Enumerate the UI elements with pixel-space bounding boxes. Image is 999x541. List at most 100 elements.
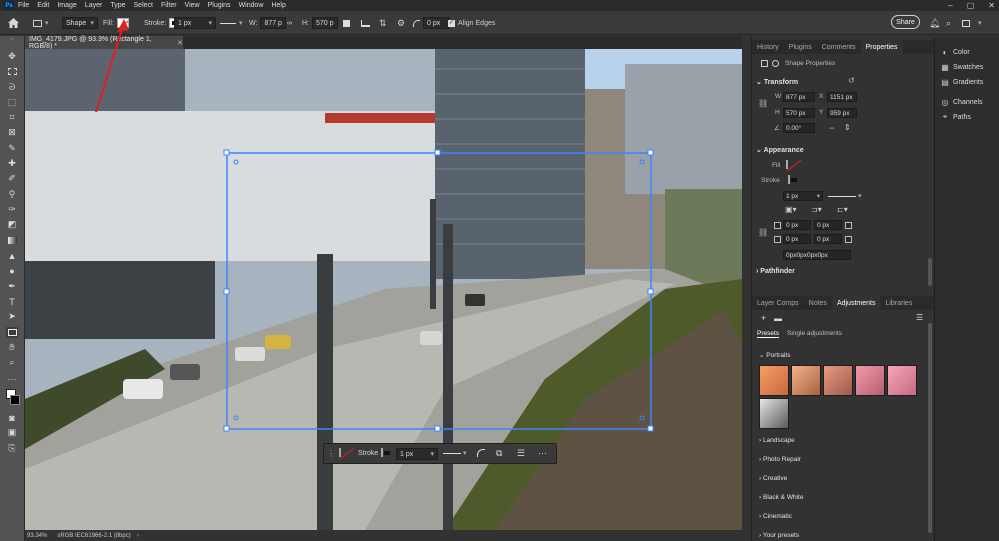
eyedropper-tool-icon[interactable]: ✎ <box>6 143 18 154</box>
menu-edit[interactable]: Edit <box>37 2 49 9</box>
maximize-icon[interactable]: ▢ <box>967 1 975 10</box>
dodge-tool-icon[interactable]: ● <box>6 265 18 276</box>
share-button[interactable]: Share <box>891 15 920 29</box>
reset-transform-icon[interactable]: ↺ <box>848 76 855 85</box>
stroke-corners-icon[interactable]: ⊏▾ <box>837 205 848 214</box>
workspace-icon[interactable] <box>962 17 970 29</box>
pen-tool-icon[interactable]: ✒ <box>6 281 18 292</box>
link-icon[interactable]: ∞ <box>287 17 292 29</box>
subtab-single-adjustments[interactable]: Single adjustments <box>787 330 842 337</box>
menu-help[interactable]: Help <box>271 2 285 9</box>
context-stroke-swatch[interactable] <box>381 448 383 457</box>
path-arrangement-icon[interactable]: ⇅ <box>379 17 387 29</box>
workspace-chevron-icon[interactable]: ▾ <box>978 17 982 29</box>
transform-x-field[interactable]: 1151 px <box>827 92 857 102</box>
zoom-tool-icon[interactable]: ⌕ <box>6 357 18 368</box>
flip-horizontal-icon[interactable]: ⇔ <box>828 123 836 132</box>
corner-top-left-field[interactable]: 0 px <box>783 220 811 230</box>
frame-tool-icon[interactable]: ⊠ <box>6 127 18 138</box>
hand-tool-icon[interactable]: ✋︎ <box>6 342 18 353</box>
menu-view[interactable]: View <box>185 2 200 9</box>
folder-icon[interactable]: ▬ <box>774 314 782 323</box>
appearance-stroke-swatch[interactable] <box>788 175 790 184</box>
toolbar-collapse-icon[interactable]: » <box>6 36 18 43</box>
healing-brush-tool-icon[interactable]: ✚ <box>6 158 18 169</box>
corner-bottom-right-field[interactable]: 0 px <box>814 234 842 244</box>
tab-plugins[interactable]: Plugins <box>784 40 817 54</box>
preset-thumbnail[interactable] <box>759 398 789 429</box>
context-fill-swatch[interactable] <box>339 448 341 457</box>
transform-width-field[interactable]: 877 px <box>783 92 815 102</box>
corner-combined-field[interactable]: 0px0px0px0px <box>783 250 851 260</box>
notifications-bell-icon[interactable]: 🔔︎ <box>929 17 940 29</box>
tool-preset-picker[interactable]: ▾ <box>33 17 49 29</box>
tab-properties[interactable]: Properties <box>860 40 903 54</box>
corner-top-right-field[interactable]: 0 px <box>814 220 842 230</box>
panel-color[interactable]: ◐ Color <box>941 48 970 57</box>
status-chevron-icon[interactable]: › <box>137 533 139 539</box>
history-brush-tool-icon[interactable]: ✑ <box>6 204 18 215</box>
link-dimensions-icon[interactable]: ⛓ <box>758 99 768 108</box>
properties-scrollbar[interactable] <box>928 258 932 286</box>
appearance-stroke-width-field[interactable]: 1 px ▾ <box>783 191 823 201</box>
eraser-tool-icon[interactable]: ◩ <box>6 219 18 230</box>
tab-notes[interactable]: Notes <box>804 296 832 310</box>
stroke-caps-icon[interactable]: ⊐▾ <box>811 205 822 214</box>
subtab-presets[interactable]: Presets <box>757 330 780 338</box>
stroke-align-icon[interactable]: ▣▾ <box>785 205 797 214</box>
search-icon[interactable]: ⌕ <box>946 17 951 29</box>
quick-mask-icon[interactable]: ◙ <box>6 412 18 423</box>
preset-thumbnail[interactable] <box>887 365 917 396</box>
menu-window[interactable]: Window <box>239 2 264 9</box>
gear-icon[interactable]: ⚙ <box>397 17 405 29</box>
home-icon[interactable] <box>8 17 19 29</box>
preset-group-your-presets[interactable]: › Your presets <box>759 532 799 539</box>
transform-angle-field[interactable]: 0.00° <box>783 123 815 133</box>
menu-filter[interactable]: Filter <box>161 2 177 9</box>
color-swatches-icon[interactable] <box>6 389 20 407</box>
transform-section-header[interactable]: ⌄ Transform <box>756 78 798 86</box>
minimize-icon[interactable]: – <box>948 1 952 10</box>
preset-group-cinematic[interactable]: › Cinematic <box>759 513 792 520</box>
context-stroke-type-icon[interactable] <box>443 453 461 454</box>
preset-thumbnail[interactable] <box>759 365 789 396</box>
more-tools-icon[interactable]: ··· <box>6 373 18 384</box>
panel-menu-icon[interactable]: ☰ <box>916 313 923 322</box>
path-selection-tool-icon[interactable]: ➤ <box>6 311 18 322</box>
zoom-readout[interactable]: 93.34% <box>27 533 47 539</box>
path-operations-icon[interactable] <box>343 17 350 29</box>
menu-type[interactable]: Type <box>110 2 125 9</box>
lasso-tool-icon[interactable]: ᘐ <box>6 82 18 93</box>
appearance-fill-swatch[interactable] <box>786 160 788 169</box>
type-tool-icon[interactable]: T <box>6 296 18 307</box>
stroke-type-select[interactable]: ▾ <box>220 17 246 29</box>
close-icon[interactable]: ✕ <box>988 1 995 10</box>
corner-radius-field[interactable]: 0 px <box>423 17 449 29</box>
align-edges-checkbox[interactable]: ✓ <box>448 19 455 27</box>
preset-group-landscape[interactable]: › Landscape <box>759 437 795 444</box>
preset-thumbnail[interactable] <box>791 365 821 396</box>
stroke-width-field[interactable]: 1 px ▾ <box>174 17 216 29</box>
gradient-tool-icon[interactable] <box>6 235 18 246</box>
context-adjust-icon[interactable]: ☰ <box>517 448 525 459</box>
screen-mode-icon[interactable]: ▣ <box>6 427 18 438</box>
transform-y-field[interactable]: 959 px <box>827 108 857 118</box>
width-field[interactable]: 877 p <box>260 17 287 29</box>
link-corners-icon[interactable]: ⛓ <box>758 228 768 237</box>
preset-group-portraits[interactable]: ⌄ Portraits <box>759 351 790 359</box>
tab-comments[interactable]: Comments <box>817 40 861 54</box>
context-more-icon[interactable]: ··· <box>538 448 547 458</box>
preset-group-photo-repair[interactable]: › Photo Repair <box>759 456 801 463</box>
height-field[interactable]: 570 p <box>312 17 338 29</box>
move-tool-icon[interactable]: ✥ <box>6 51 18 62</box>
adjustments-scrollbar[interactable] <box>928 323 932 533</box>
tab-history[interactable]: History <box>752 40 784 54</box>
appearance-section-header[interactable]: ⌄ Appearance <box>756 146 804 154</box>
preset-thumbnail[interactable] <box>855 365 885 396</box>
transform-height-field[interactable]: 570 px <box>783 108 815 118</box>
preset-group-creative[interactable]: › Creative <box>759 475 787 482</box>
menu-layer[interactable]: Layer <box>85 2 103 9</box>
blur-tool-icon[interactable]: ▲ <box>6 250 18 261</box>
panel-paths[interactable]: ⌖ Paths <box>941 112 971 121</box>
menu-select[interactable]: Select <box>134 2 153 9</box>
